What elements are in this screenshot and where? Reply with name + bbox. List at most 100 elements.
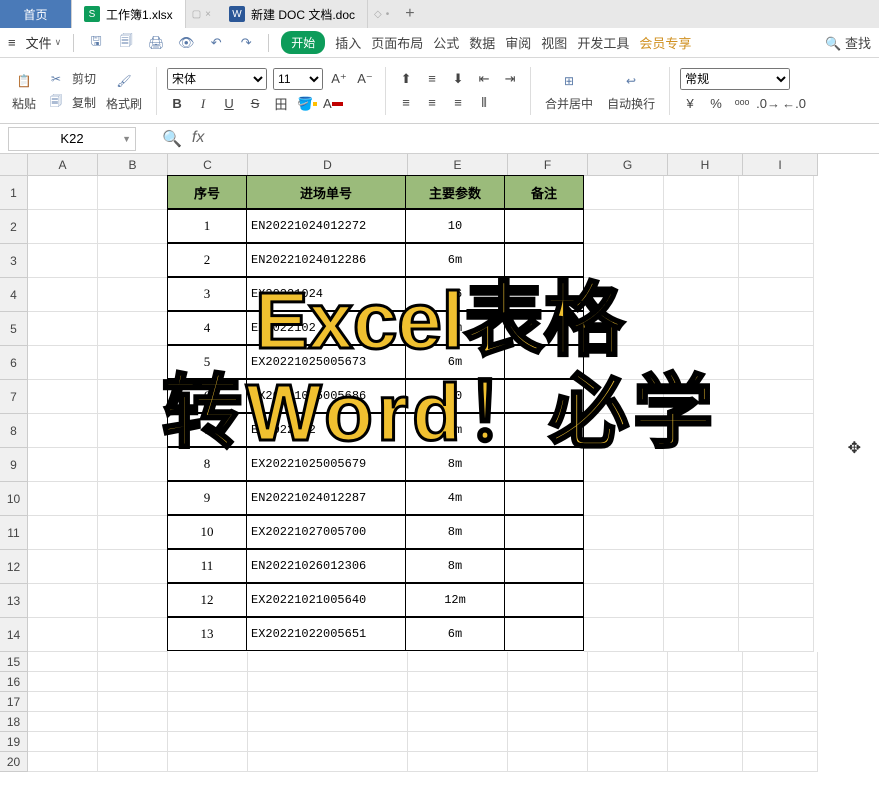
cell[interactable] — [408, 712, 508, 732]
cell[interactable]: EX2022102 — [246, 311, 406, 345]
cell[interactable] — [408, 692, 508, 712]
cell[interactable]: EX20221025005679 — [246, 447, 406, 481]
cell[interactable] — [508, 672, 588, 692]
cell[interactable] — [668, 652, 743, 672]
row-header[interactable]: 16 — [0, 672, 28, 692]
cell[interactable] — [743, 712, 818, 732]
tab-vip[interactable]: 会员专享 — [639, 33, 691, 52]
cell[interactable] — [739, 448, 814, 482]
cell[interactable] — [508, 692, 588, 712]
row-header[interactable]: 18 — [0, 712, 28, 732]
cell[interactable] — [28, 346, 98, 380]
cell[interactable] — [668, 732, 743, 752]
cell[interactable]: 6m — [405, 413, 505, 447]
bold-button[interactable]: B — [167, 94, 187, 114]
cell[interactable]: 10 — [405, 209, 505, 243]
tab-view[interactable]: 视图 — [541, 33, 567, 52]
col-header-G[interactable]: G — [588, 154, 668, 176]
cell[interactable] — [28, 312, 98, 346]
cell[interactable] — [508, 712, 588, 732]
cell[interactable] — [248, 692, 408, 712]
cell[interactable] — [739, 618, 814, 652]
hamburger-icon[interactable]: ≡ — [8, 35, 16, 50]
cell[interactable]: 2 — [167, 243, 247, 277]
cell[interactable] — [98, 482, 168, 516]
tab-start[interactable]: 开始 — [281, 31, 325, 54]
cell[interactable] — [664, 312, 739, 346]
cell[interactable] — [28, 244, 98, 278]
print-icon[interactable]: 🖨 — [146, 33, 166, 53]
row-header[interactable]: 4 — [0, 278, 28, 312]
cell[interactable] — [743, 732, 818, 752]
italic-button[interactable]: I — [193, 94, 213, 114]
tab-insert[interactable]: 插入 — [335, 33, 361, 52]
cell[interactable] — [588, 672, 668, 692]
cell[interactable] — [584, 244, 664, 278]
tab-layout[interactable]: 页面布局 — [371, 33, 423, 52]
cell[interactable] — [739, 550, 814, 584]
cell[interactable] — [28, 550, 98, 584]
cell[interactable] — [98, 278, 168, 312]
decrease-font-icon[interactable]: A⁻ — [355, 69, 375, 89]
row-header[interactable]: 8 — [0, 414, 28, 448]
cell[interactable]: 11 — [167, 549, 247, 583]
cell[interactable] — [584, 176, 664, 210]
cell[interactable]: 8 — [167, 447, 247, 481]
distribute-icon[interactable]: ⫴ — [474, 93, 494, 113]
cell[interactable] — [664, 380, 739, 414]
cell[interactable]: EX20221025005673 — [246, 345, 406, 379]
cell[interactable] — [98, 672, 168, 692]
cell[interactable] — [664, 346, 739, 380]
cell[interactable]: 8m — [405, 447, 505, 481]
cell[interactable] — [504, 311, 584, 345]
cell[interactable]: EX20221022005651 — [246, 617, 406, 651]
format-painter-button[interactable]: 🖌 格式刷 — [102, 67, 146, 114]
cell[interactable] — [584, 346, 664, 380]
cell[interactable] — [508, 652, 588, 672]
cell[interactable] — [588, 692, 668, 712]
cell[interactable] — [168, 672, 248, 692]
font-size-select[interactable]: 11 — [273, 68, 323, 90]
cell[interactable] — [408, 672, 508, 692]
cell[interactable] — [98, 584, 168, 618]
copy-icon[interactable]: 🗐 — [46, 93, 66, 113]
undo-icon[interactable]: ↶ — [206, 33, 226, 53]
cell[interactable] — [28, 732, 98, 752]
cell[interactable]: 26 — [405, 277, 505, 311]
align-bottom-icon[interactable]: ⬇ — [448, 69, 468, 89]
cell[interactable]: 4m — [405, 481, 505, 515]
cell[interactable]: 9 — [167, 481, 247, 515]
cell[interactable] — [584, 516, 664, 550]
cell[interactable]: 10 — [167, 515, 247, 549]
cell[interactable] — [664, 550, 739, 584]
cell[interactable]: EN20221026012306 — [246, 549, 406, 583]
cell[interactable] — [504, 379, 584, 413]
cell[interactable] — [98, 176, 168, 210]
col-header-F[interactable]: F — [508, 154, 588, 176]
cut-icon[interactable]: ✂ — [46, 69, 66, 89]
cell[interactable] — [504, 209, 584, 243]
paste-button[interactable]: 📋 粘贴 — [8, 67, 40, 114]
cell[interactable] — [168, 692, 248, 712]
cell[interactable] — [98, 652, 168, 672]
row-header[interactable]: 19 — [0, 732, 28, 752]
cell[interactable] — [668, 692, 743, 712]
cell[interactable] — [408, 732, 508, 752]
cell[interactable] — [504, 243, 584, 277]
cell[interactable] — [664, 516, 739, 550]
comma-icon[interactable]: ᵒᵒᵒ — [732, 94, 752, 114]
font-color-button[interactable]: A — [323, 94, 343, 114]
cell[interactable] — [168, 752, 248, 772]
cell[interactable] — [98, 712, 168, 732]
cell[interactable] — [28, 652, 98, 672]
col-header-I[interactable]: I — [743, 154, 818, 176]
cell[interactable] — [28, 176, 98, 210]
align-right-icon[interactable]: ≡ — [448, 93, 468, 113]
tab-add-button[interactable]: + — [395, 0, 424, 28]
cell[interactable]: 9m — [405, 311, 505, 345]
cell[interactable] — [98, 414, 168, 448]
cell[interactable] — [739, 380, 814, 414]
row-header[interactable]: 6 — [0, 346, 28, 380]
percent-icon[interactable]: % — [706, 94, 726, 114]
cell[interactable]: EX20221021005640 — [246, 583, 406, 617]
